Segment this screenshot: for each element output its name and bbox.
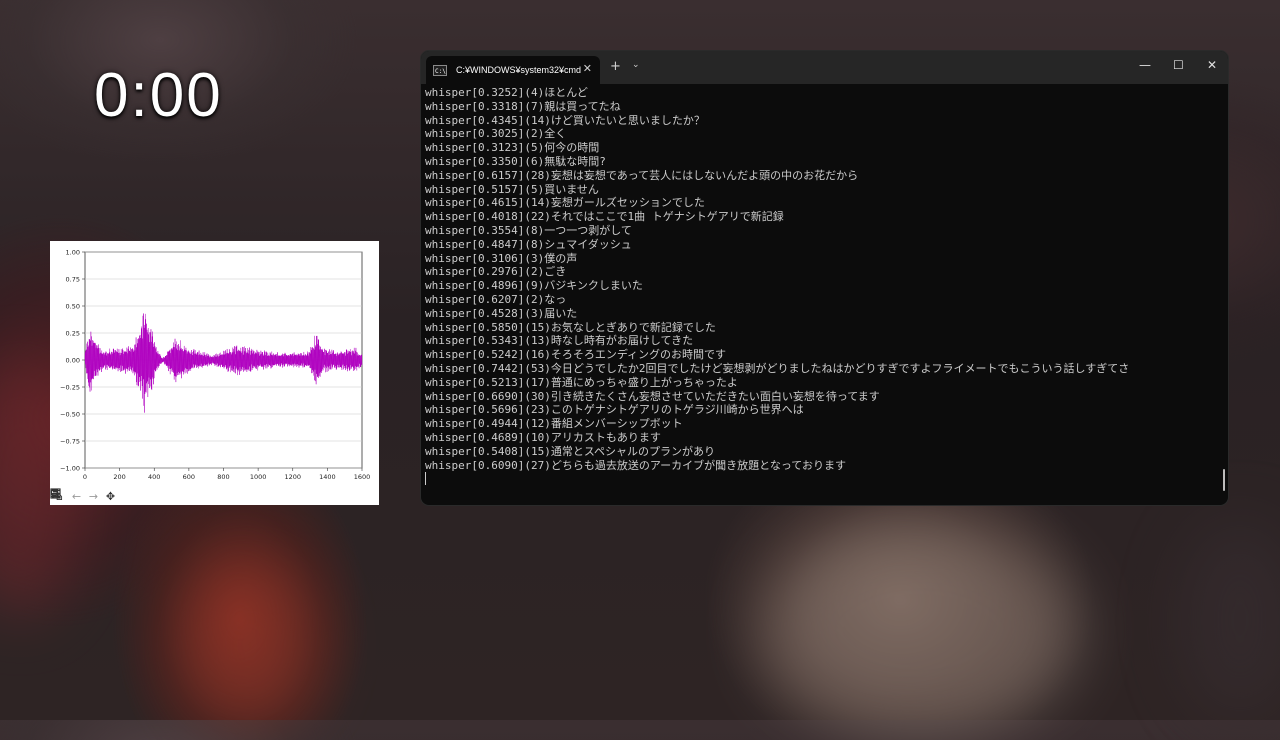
terminal-line: whisper[0.6690](30)引き続きたくさん妄想させていただきたい面白… <box>425 389 880 403</box>
background-blur <box>1180 520 1280 720</box>
terminal-scrollbar[interactable] <box>1223 469 1225 491</box>
terminal-line: whisper[0.5213](17)普通にめっちゃ盛り上がっちゃったよ <box>425 375 738 389</box>
tab-close-icon[interactable]: ✕ <box>583 62 592 75</box>
back-icon[interactable]: ← <box>69 489 84 504</box>
new-tab-button[interactable]: + <box>610 59 621 74</box>
x-tick-label: 400 <box>148 473 160 481</box>
background-blur <box>180 560 320 730</box>
terminal-line: whisper[0.4689](10)アリカストもあります <box>425 430 661 444</box>
x-tick-label: 1600 <box>354 473 371 481</box>
terminal-line: whisper[0.2976](2)ごき <box>425 265 567 279</box>
y-tick-label: 0.50 <box>66 303 80 311</box>
x-tick-label: 800 <box>217 473 229 481</box>
pan-icon[interactable]: ✥ <box>103 489 118 504</box>
save-icon[interactable] <box>50 488 175 504</box>
x-tick-label: 0 <box>83 473 87 481</box>
terminal-line: whisper[0.6090](27)どちらも過去放送のアーカイブが聞き放題とな… <box>425 458 846 472</box>
terminal-line: whisper[0.5343](13)時なし時有がお届けしてきた <box>425 334 694 348</box>
terminal-line: whisper[0.5850](15)お気なしとぎありで新記録でした <box>425 320 716 334</box>
timer-display: 0:00 <box>94 61 223 130</box>
terminal-line: whisper[0.3318](7)親は買ってたね <box>425 99 621 113</box>
y-tick-label: −1.00 <box>60 465 80 473</box>
y-tick-label: −0.50 <box>60 411 80 419</box>
terminal-line: whisper[0.4018](22)それではここで1曲 トゲナシトゲアリで新記… <box>425 210 784 224</box>
terminal-window: C:\ C:¥WINDOWS¥system32¥cmd ✕ + ⌄ — ☐ ✕ … <box>421 51 1228 505</box>
terminal-line: whisper[0.5408](15)通常とスペシャルのプランがあり <box>425 444 716 458</box>
terminal-line: whisper[0.6157](28)妄想は妄想であって芸人にはしないんだよ頭の… <box>425 168 859 182</box>
y-tick-label: 1.00 <box>66 249 80 257</box>
terminal-line: whisper[0.3350](6)無駄な時間? <box>425 154 606 168</box>
terminal-line: whisper[0.7442](53)今日どうでしたか2回目でしたけど妄想剥がど… <box>425 361 1130 375</box>
tab-dropdown-button[interactable]: ⌄ <box>632 60 640 70</box>
maximize-button[interactable]: ☐ <box>1173 58 1184 72</box>
minimize-button[interactable]: — <box>1139 58 1151 72</box>
y-tick-label: −0.75 <box>60 438 80 446</box>
terminal-line: whisper[0.4345](14)けど買いたいと思いましたか？ <box>425 113 705 127</box>
forward-icon[interactable]: → <box>86 489 101 504</box>
y-tick-label: 0.75 <box>66 276 80 284</box>
terminal-line: whisper[0.4615](14)妄想ガールズセッションでした <box>425 196 705 210</box>
terminal-output[interactable]: whisper[0.3252](4)ほとんど whisper[0.3318](7)… <box>425 86 1215 486</box>
terminal-line: whisper[0.3252](4)ほとんど <box>425 86 588 99</box>
terminal-line: whisper[0.5242](16)そろそろエンディングのお時間です <box>425 348 727 362</box>
tab-title: C:¥WINDOWS¥system32¥cmd <box>456 65 582 75</box>
terminal-titlebar[interactable]: C:\ C:¥WINDOWS¥system32¥cmd ✕ + ⌄ — ☐ ✕ <box>421 51 1228 84</box>
terminal-line: whisper[0.4944](12)番組メンバーシップボット <box>425 417 683 431</box>
x-tick-label: 1400 <box>319 473 336 481</box>
terminal-tab[interactable]: C:\ C:¥WINDOWS¥system32¥cmd ✕ <box>426 56 600 84</box>
y-tick-label: 0.00 <box>66 357 80 365</box>
x-tick-label: 200 <box>113 473 125 481</box>
terminal-line: whisper[0.3123](5)何今の時間 <box>425 141 600 155</box>
terminal-line: whisper[0.6207](2)なっ <box>425 292 567 306</box>
plot-toolbar: ⌂ ← → ✥ <box>50 488 381 505</box>
terminal-line: whisper[0.3554](8)一つ一つ剥がして <box>425 223 632 237</box>
terminal-line: whisper[0.5157](5)買いません <box>425 182 599 196</box>
terminal-line: whisper[0.4896](9)バジキンクしまいた <box>425 279 643 293</box>
background-blur <box>760 520 1080 740</box>
waveform-plot-window: 1.00 0.75 0.50 0.25 0.00 −0.25 −0.50 −0.75 −1.00… <box>50 241 379 505</box>
text-cursor <box>425 472 426 486</box>
x-tick-label: 1000 <box>250 473 267 481</box>
cmd-icon: C:\ <box>433 64 447 76</box>
close-button[interactable]: ✕ <box>1207 58 1217 72</box>
terminal-line: whisper[0.4847](8)シュマイダッシュ <box>425 237 632 251</box>
terminal-line: whisper[0.3025](2)全く <box>425 127 567 141</box>
zoom-icon[interactable] <box>50 488 135 504</box>
waveform-chart: 1.00 0.75 0.50 0.25 0.00 −0.25 −0.50 −0.75 −1.00… <box>60 249 371 482</box>
y-tick-label: 0.25 <box>66 330 80 338</box>
terminal-line: whisper[0.4528](3)届いた <box>425 306 578 320</box>
terminal-line: whisper[0.3106](3)僕の声 <box>425 251 578 265</box>
y-tick-label: −0.25 <box>60 384 80 392</box>
configure-icon[interactable] <box>51 489 152 504</box>
terminal-line: whisper[0.5696](23)このトゲナシトゲアリのトゲラジ川崎から世界… <box>425 403 804 417</box>
x-tick-label: 1200 <box>284 473 301 481</box>
x-tick-label: 600 <box>183 473 195 481</box>
